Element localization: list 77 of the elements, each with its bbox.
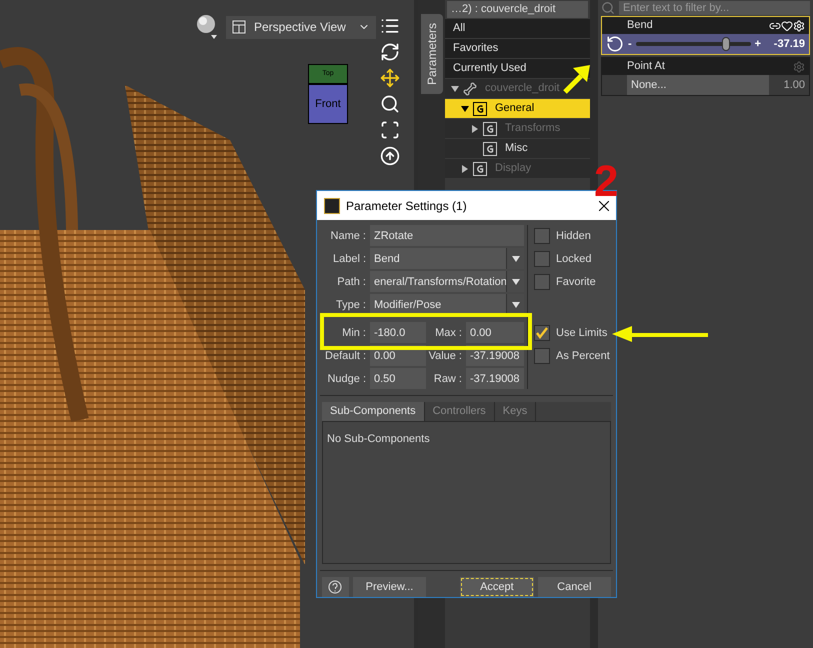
- parameter-value: -37.19: [772, 36, 805, 52]
- checkbox[interactable]: [534, 348, 550, 364]
- tree-item-label: General: [495, 101, 534, 116]
- category-item[interactable]: Currently Used: [445, 59, 590, 79]
- dialog-title: Parameter Settings (1): [346, 198, 468, 215]
- field-label: Value :: [428, 348, 463, 364]
- move-icon[interactable]: [380, 68, 400, 88]
- field-label: Raw :: [432, 372, 463, 387]
- tree-item-label: Misc: [505, 141, 528, 156]
- zoom-icon[interactable]: [380, 94, 400, 114]
- group-g-icon: [483, 122, 497, 136]
- slider-thumb[interactable]: [722, 37, 730, 51]
- checkbox-label: Favorite: [556, 274, 596, 290]
- field-label: Path :: [336, 274, 367, 290]
- dialog-tab[interactable]: Keys: [494, 402, 536, 421]
- checkbox[interactable]: [534, 274, 550, 290]
- checkbox-label: Locked: [556, 252, 592, 267]
- help-button[interactable]: [322, 577, 349, 597]
- pointer-arrow: [563, 64, 591, 94]
- favorite-icon[interactable]: [781, 20, 793, 32]
- checkbox-label: As Percent: [556, 348, 610, 364]
- parameter-row[interactable]: Point At None... 1.00: [601, 57, 810, 96]
- parameter-label: Bend: [627, 18, 654, 34]
- field-label: Label :: [332, 252, 367, 267]
- number-field[interactable]: 0.50: [370, 368, 426, 390]
- field-label: Nudge :: [326, 372, 367, 387]
- tree-item-label: Transforms: [505, 121, 560, 136]
- app-logo-icon: [324, 198, 340, 214]
- search-icon: [601, 1, 615, 15]
- parameter-value: 1.00: [782, 78, 806, 93]
- tree-item-label: couvercle_droit: [485, 81, 560, 96]
- group-g-icon: [473, 102, 487, 116]
- checkbox[interactable]: [534, 228, 550, 244]
- field-label: Name :: [330, 228, 367, 244]
- number-field[interactable]: 0.00: [466, 322, 524, 344]
- field-label: Max :: [434, 326, 463, 341]
- checkbox[interactable]: [534, 324, 550, 341]
- field-label: Min :: [341, 326, 367, 341]
- tree-item-label: Display: [495, 161, 532, 176]
- checkbox[interactable]: [534, 250, 550, 267]
- number-field[interactable]: -37.19008: [466, 368, 524, 390]
- parameters-tab[interactable]: Parameters: [420, 14, 442, 94]
- sphere-icon[interactable]: [196, 14, 218, 40]
- combo-box[interactable]: Modifier/Pose: [370, 294, 524, 316]
- field-label: Default :: [324, 348, 367, 364]
- dialog-button[interactable]: Preview...: [352, 577, 426, 597]
- combo-box[interactable]: Bend: [370, 248, 524, 270]
- dialog-button[interactable]: Accept: [460, 577, 534, 597]
- decrement-sign[interactable]: -: [628, 36, 632, 52]
- group-g-icon: [473, 162, 487, 176]
- parameter-label: Point At: [627, 59, 666, 74]
- combo-box[interactable]: eneral/Transforms/Rotation: [370, 271, 524, 292]
- view-dropdown[interactable]: Perspective View: [226, 16, 376, 38]
- cube-front-face: Front: [308, 84, 348, 124]
- dialog-tab[interactable]: Sub-Components: [322, 402, 425, 421]
- orbit-icon[interactable]: [380, 42, 400, 62]
- bone-icon: [463, 82, 477, 96]
- frame-icon[interactable]: [380, 120, 400, 140]
- help-icon: [328, 580, 342, 594]
- empty-message: No Sub-Components: [327, 432, 430, 445]
- category-item[interactable]: Favorites: [445, 39, 590, 59]
- reset-icon[interactable]: [606, 35, 624, 53]
- checkbox-label: Hidden: [556, 228, 591, 244]
- text-field[interactable]: ZRotate: [370, 225, 524, 246]
- node-select-button[interactable]: None...: [627, 75, 769, 95]
- window-layout-icon: [232, 20, 246, 34]
- dialog-button[interactable]: Cancel: [538, 577, 611, 597]
- category-item[interactable]: All: [445, 19, 590, 39]
- number-field[interactable]: -180.0: [370, 322, 426, 344]
- filter-field[interactable]: Enter text to filter by...: [619, 1, 810, 15]
- parameter-row[interactable]: Bend - + -37.19: [601, 16, 810, 55]
- group-g-icon: [483, 142, 497, 156]
- increment-sign[interactable]: +: [754, 36, 761, 52]
- dialog-tab[interactable]: Controllers: [424, 402, 495, 421]
- field-label: Type :: [335, 298, 367, 313]
- node-dropdown[interactable]: …2) : couvercle_droit: [447, 1, 588, 18]
- checkbox-label: Use Limits: [556, 326, 608, 341]
